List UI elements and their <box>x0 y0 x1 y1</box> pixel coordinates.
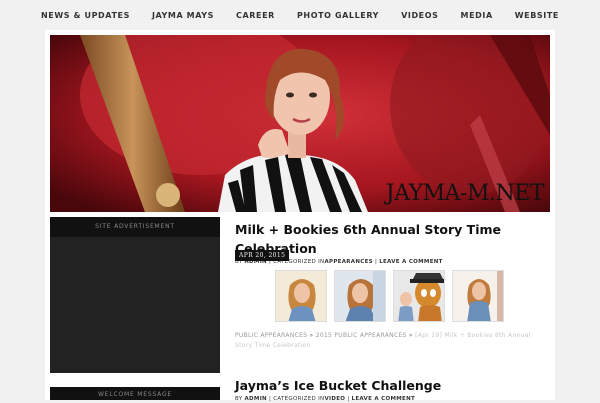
author-link[interactable]: ADMIN <box>245 396 267 402</box>
comment-link[interactable]: LEAVE A COMMENT <box>352 396 416 402</box>
category-link[interactable]: APPEARANCES <box>324 259 372 265</box>
meta-categorized: CATEGORIZED IN <box>273 396 325 402</box>
nav-photo-gallery[interactable]: PHOTO GALLERY <box>297 11 379 20</box>
nav-media[interactable]: MEDIA <box>461 11 493 20</box>
breadcrumb-separator: » <box>408 332 413 339</box>
breadcrumb: PUBLIC APPEARANCES » 2015 PUBLIC APPEARA… <box>235 331 547 351</box>
gallery-thumbnail[interactable] <box>334 270 386 322</box>
nav-career[interactable]: CAREER <box>236 11 275 20</box>
gallery-thumbnail[interactable] <box>452 270 504 322</box>
nav-news-updates[interactable]: NEWS & UPDATES <box>41 11 130 20</box>
post-meta: BY ADMIN | CATEGORIZED INVIDEO | LEAVE A… <box>235 396 416 402</box>
post-ice-bucket: Jayma’s Ice Bucket Challenge BY ADMIN | … <box>235 375 550 402</box>
thumbnail-gallery <box>275 270 511 322</box>
category-link[interactable]: VIDEO <box>324 396 345 402</box>
sidebar-advertisement-header: SITE ADVERTISEMENT <box>50 217 220 237</box>
nav-videos[interactable]: VIDEOS <box>401 11 438 20</box>
breadcrumb-separator: » <box>309 332 314 339</box>
breadcrumb-link[interactable]: 2015 PUBLIC APPEARANCES <box>316 332 407 339</box>
header-banner[interactable]: JAYMA-M.NET <box>50 35 550 212</box>
sidebar-welcome: WELCOME MESSAGE <box>50 387 220 400</box>
post-milk-bookies: Milk + Bookies 6th Annual Story Time Cel… <box>235 219 550 359</box>
nav-jayma-mays[interactable]: JAYMA MAYS <box>152 11 214 20</box>
site-logo-text: JAYMA-M.NET <box>385 181 545 206</box>
sidebar-welcome-header: WELCOME MESSAGE <box>50 387 220 400</box>
sidebar-advertisement: SITE ADVERTISEMENT <box>50 217 220 373</box>
comment-link[interactable]: LEAVE A COMMENT <box>379 259 443 265</box>
meta-by: BY <box>235 396 243 402</box>
post-title[interactable]: Jayma’s Ice Bucket Challenge <box>235 378 441 393</box>
breadcrumb-link[interactable]: PUBLIC APPEARANCES <box>235 332 307 339</box>
top-nav: NEWS & UPDATES JAYMA MAYS CAREER PHOTO G… <box>0 0 600 30</box>
gallery-thumbnail[interactable] <box>393 270 445 322</box>
gallery-thumbnail[interactable] <box>275 270 327 322</box>
nav-website[interactable]: WEBSITE <box>515 11 559 20</box>
date-badge: APR 20, 2015 <box>235 250 290 261</box>
